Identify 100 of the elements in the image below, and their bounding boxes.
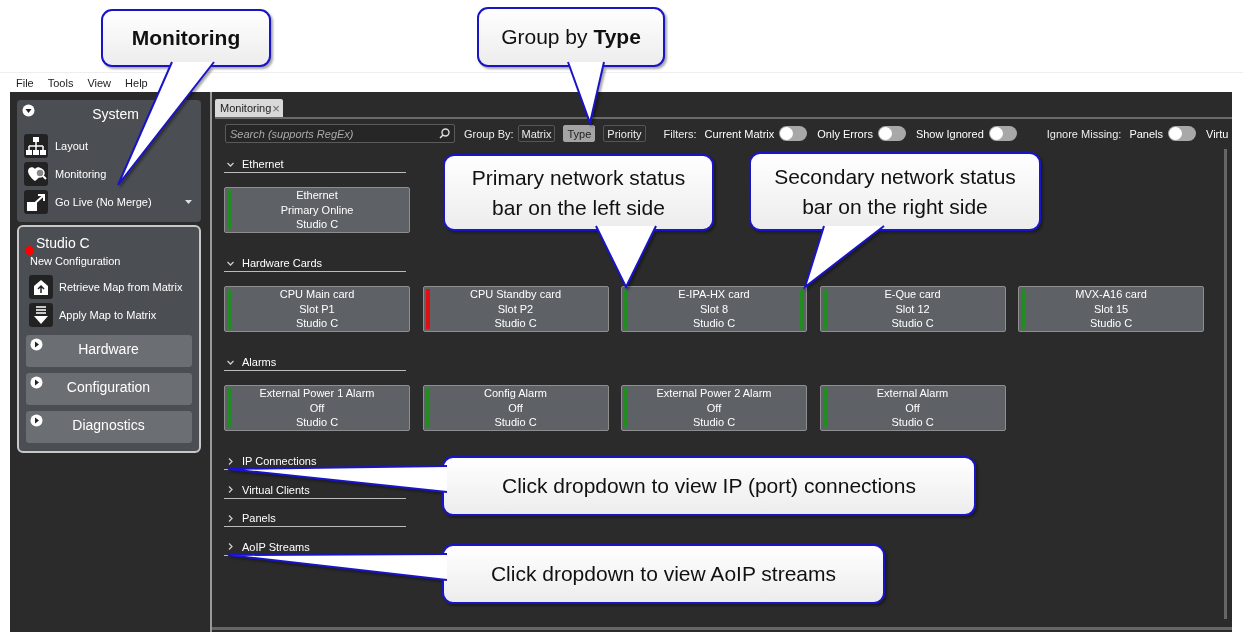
section-title: Diagnostics (71, 416, 146, 433)
group-option[interactable]: Type (563, 125, 596, 142)
toggle-switch[interactable] (988, 126, 1017, 141)
card-label: Slot 15 (1093, 301, 1129, 317)
status-card[interactable]: E-IPA-HX card Slot 8 Studio C (621, 286, 807, 332)
card-label: Slot 8 (699, 301, 729, 317)
chevron-right-icon[interactable] (227, 486, 234, 493)
search-icon (439, 128, 450, 139)
card-label: Config Alarm (484, 386, 547, 401)
nav-item[interactable]: Monitoring (55, 168, 196, 180)
callout-text: Secondary network status bar on the right side (773, 163, 1017, 220)
panel-title: System (91, 105, 140, 122)
group-option[interactable]: Priority (603, 125, 646, 142)
card-label: Slot P2 (497, 301, 534, 317)
group-option[interactable]: Matrix (517, 125, 556, 142)
card-label: Ethernet (296, 188, 338, 203)
chevron-down-icon[interactable] (227, 358, 234, 366)
action-item[interactable]: Retrieve Map from Matrix (59, 281, 183, 293)
callout-text: Primary network status bar on the left side (470, 164, 687, 221)
callout-text: Group by Type (501, 24, 641, 50)
card-label: Studio C (692, 316, 736, 331)
status-card[interactable]: External Power 2 Alarm Off Studio C (621, 385, 807, 431)
network-icon (24, 134, 48, 158)
filter-label: Ignore Missing: (1046, 127, 1122, 140)
menu-item[interactable]: Tools (47, 76, 74, 89)
chevron-right-icon[interactable] (227, 543, 234, 550)
card-label: Off (508, 400, 523, 416)
house-upload-icon (29, 275, 53, 299)
action-item[interactable]: Apply Map to Matrix (59, 309, 157, 321)
toggle-label: Only Errors (817, 127, 873, 140)
toggle-switch[interactable] (1168, 126, 1196, 141)
section-title: Hardware (77, 340, 140, 357)
configuration-name: New Configuration (29, 255, 122, 269)
card-label: Studio C (494, 415, 537, 430)
nav-item[interactable]: Layout (55, 140, 196, 152)
card-label: Off (309, 400, 325, 416)
nav-item[interactable]: Go Live (No Merge) (55, 196, 178, 208)
group-title[interactable]: Panels (242, 512, 276, 524)
status-card[interactable]: External Alarm Off Studio C (819, 385, 1006, 431)
group-title[interactable]: Alarms (242, 356, 277, 368)
search-field[interactable]: Search (supports RegEx) (225, 124, 455, 143)
group-title[interactable]: Hardware Cards (242, 257, 323, 269)
scrollbar[interactable] (1224, 149, 1227, 619)
status-card[interactable]: E-Que card Slot 12 Studio C (819, 286, 1006, 332)
group-title[interactable]: Virtual Clients (242, 483, 310, 496)
card-label: Off (905, 400, 920, 416)
callout-text: Monitoring (131, 25, 241, 51)
card-label: Studio C (891, 316, 934, 331)
toggle-switch[interactable] (877, 126, 906, 141)
close-icon[interactable]: × (272, 102, 280, 114)
card-label: Studio C (295, 316, 339, 331)
status-card[interactable]: CPU Standby card Slot P2 Studio C (422, 286, 609, 332)
status-card[interactable]: Ethernet Primary Online Studio C (224, 187, 410, 233)
card-label: External Alarm (876, 386, 949, 401)
card-label: External Power 1 Alarm (259, 386, 375, 401)
card-label: CPU Standby card (469, 287, 562, 302)
status-card[interactable]: External Power 1 Alarm Off Studio C (224, 385, 410, 431)
chevron-down-icon[interactable] (227, 160, 234, 168)
menu-item[interactable]: Help (125, 76, 148, 89)
menu-item[interactable]: File (16, 76, 34, 89)
card-label: E-IPA-HX card (678, 287, 750, 302)
filter-label: Filters: (663, 127, 697, 140)
card-label: Studio C (891, 415, 934, 430)
card-label: Studio C (295, 415, 339, 430)
card-label: Studio C (295, 217, 339, 232)
group-title[interactable]: Ethernet (242, 158, 284, 170)
group-title[interactable]: AoIP Streams (242, 540, 310, 553)
card-label: Slot P1 (299, 301, 335, 317)
heart-magnifier-icon (24, 162, 48, 186)
card-label: MVX-A16 card (1075, 287, 1147, 302)
chevron-down-icon[interactable] (227, 259, 234, 267)
download-icon (29, 303, 53, 327)
card-label: Off (706, 400, 722, 416)
caret-icon[interactable] (185, 200, 192, 204)
section-header[interactable]: Hardware (26, 335, 192, 367)
card-label: CPU Main card (279, 287, 355, 302)
card-label: Studio C (494, 316, 537, 331)
status-card[interactable]: MVX-A16 card Slot 15 Studio C (1018, 286, 1204, 332)
menu-item[interactable]: View (87, 76, 112, 89)
group-title[interactable]: IP Connections (242, 455, 317, 467)
toggle-label: Virtu (1206, 127, 1229, 140)
group-by-label: Group By: (464, 127, 514, 140)
tab[interactable]: Monitoring× (215, 99, 283, 117)
card-label: Primary Online (280, 202, 354, 218)
card-label: External Power 2 Alarm (656, 386, 772, 401)
toggle-label: Current Matrix (704, 127, 775, 140)
toggle-switch[interactable] (779, 126, 808, 141)
card-label: Studio C (692, 415, 736, 430)
section-title: Configuration (65, 378, 152, 395)
status-card[interactable]: Config Alarm Off Studio C (422, 385, 609, 431)
card-label: E-Que card (884, 287, 941, 302)
scrollbar[interactable] (212, 627, 1232, 630)
section-header[interactable]: Diagnostics (26, 411, 192, 443)
toggle-label: Show Ignored (915, 127, 984, 140)
collapse-icon[interactable] (22, 104, 35, 117)
chevron-right-icon[interactable] (227, 457, 234, 465)
chevron-right-icon[interactable] (227, 514, 234, 522)
matrix-name: Studio C (36, 235, 90, 251)
status-card[interactable]: CPU Main card Slot P1 Studio C (224, 286, 410, 332)
section-header[interactable]: Configuration (26, 373, 192, 405)
